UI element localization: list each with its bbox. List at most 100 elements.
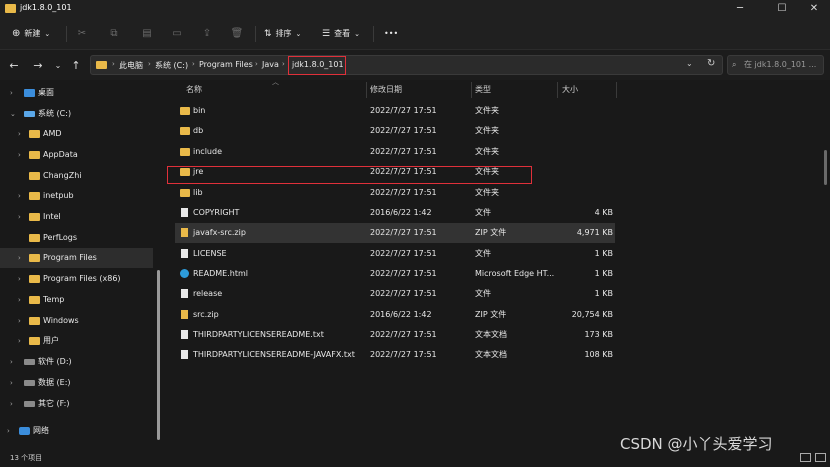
chevron-right-icon[interactable]: › [18, 311, 21, 331]
folder-icon [180, 189, 190, 197]
file-row[interactable]: db 2022/7/27 17:51 文件夹 [175, 121, 615, 141]
recent-chevron-icon[interactable]: ⌄ [50, 58, 66, 74]
file-row[interactable]: THIRDPARTYLICENSEREADME.txt 2022/7/27 17:… [175, 325, 615, 345]
address-bar[interactable]: › 此电脑 › 系统 (C:) › Program Files › Java ›… [90, 55, 723, 75]
navigation-pane: › 桌面 ⌄ 系统 (C:) › AMD › AppData ChangZhi … [0, 80, 163, 445]
desktop-icon [24, 89, 35, 97]
search-input[interactable]: ⌕ 在 jdk1.8.0_101 ... [727, 55, 824, 75]
breadcrumb-program-files[interactable]: Program Files [199, 60, 253, 69]
file-row[interactable]: include 2022/7/27 17:51 文件夹 [175, 142, 615, 162]
chevron-right-icon[interactable]: › [18, 269, 21, 289]
edge-browser-icon [180, 269, 189, 278]
sidebar-item-appdata[interactable]: › AppData [0, 145, 153, 165]
folder-icon [5, 4, 16, 13]
column-header-modified[interactable]: 修改日期 [370, 84, 402, 95]
sidebar-item-intel[interactable]: › Intel [0, 207, 153, 227]
file-row[interactable]: bin 2022/7/27 17:51 文件夹 [175, 101, 615, 121]
sort-label: 排序 [275, 29, 292, 38]
chevron-right-icon[interactable]: › [18, 124, 21, 144]
delete-icon[interactable]: 🗑 [230, 27, 244, 41]
sidebar-scrollbar[interactable] [157, 270, 160, 440]
file-icon [181, 208, 188, 217]
sidebar-item-perflogs[interactable]: PerfLogs [0, 228, 153, 248]
chevron-right-icon[interactable]: › [10, 373, 13, 393]
chevron-right-icon[interactable]: › [18, 331, 21, 351]
folder-icon [29, 213, 40, 221]
column-header-type[interactable]: 类型 [475, 84, 491, 95]
sidebar-item-e-drive[interactable]: › 数据 (E:) [0, 373, 153, 393]
sidebar-item-windows[interactable]: › Windows [0, 311, 153, 331]
folder-icon [29, 275, 40, 283]
chevron-right-icon[interactable]: › [10, 83, 13, 103]
sort-button[interactable]: ⇅ 排序 ⌄ [264, 26, 301, 42]
chevron-right-icon[interactable]: › [18, 145, 21, 165]
item-count: 13 个项目 [10, 454, 43, 462]
maximize-button[interactable]: ☐ [764, 0, 800, 18]
sidebar-item-c-drive[interactable]: ⌄ 系统 (C:) [0, 104, 153, 124]
file-row[interactable]: release 2022/7/27 17:51 文件 1 KB [175, 284, 615, 304]
folder-icon [29, 151, 40, 159]
text-file-icon [181, 330, 188, 339]
more-button[interactable]: ••• [384, 26, 398, 42]
content-scrollbar[interactable] [824, 150, 827, 185]
chevron-down-icon[interactable]: ⌄ [686, 59, 693, 68]
file-icon [181, 249, 188, 258]
up-arrow-icon[interactable]: ↑ [68, 58, 84, 74]
chevron-right-icon[interactable]: › [18, 290, 21, 310]
minimize-button[interactable]: ─ [722, 0, 758, 18]
file-row[interactable]: lib 2022/7/27 17:51 文件夹 [175, 183, 615, 203]
sidebar-item-network[interactable]: › 网络 [0, 421, 153, 441]
refresh-icon[interactable]: ↻ [707, 58, 715, 69]
chevron-down-icon: ⌄ [44, 30, 51, 38]
folder-icon [180, 127, 190, 135]
chevron-right-icon[interactable]: › [7, 421, 10, 441]
folder-icon [29, 254, 40, 262]
breadcrumb-java[interactable]: Java [262, 60, 279, 69]
command-bar: ⊕ 新建 ⌄ ✂ ⧉ ▤ ▭ ⇪ 🗑 ⇅ 排序 ⌄ ☰ 查看 ⌄ ••• [0, 18, 830, 50]
cut-icon[interactable]: ✂ [75, 27, 89, 41]
column-header-size[interactable]: 大小 [562, 84, 578, 95]
tiles-view-icon[interactable] [815, 453, 826, 462]
share-icon[interactable]: ⇪ [200, 27, 214, 41]
back-arrow-icon[interactable]: ← [6, 58, 22, 74]
file-row[interactable]: COPYRIGHT 2016/6/22 1:42 文件 4 KB [175, 203, 615, 223]
breadcrumb-c-drive[interactable]: 系统 (C:) [155, 60, 188, 71]
chevron-down-icon[interactable]: ⌄ [10, 104, 16, 124]
breadcrumb-this-pc[interactable]: 此电脑 [119, 60, 143, 71]
file-row[interactable]: src.zip 2016/6/22 1:42 ZIP 文件 20,754 KB [175, 305, 615, 325]
chevron-right-icon[interactable]: › [18, 248, 21, 268]
sidebar-item-d-drive[interactable]: › 软件 (D:) [0, 352, 153, 372]
rename-icon[interactable]: ▭ [170, 27, 184, 41]
drive-icon [24, 380, 35, 386]
view-button[interactable]: ☰ 查看 ⌄ [322, 26, 360, 42]
paste-icon[interactable]: ▤ [140, 27, 154, 41]
sidebar-item-amd[interactable]: › AMD [0, 124, 153, 144]
column-header-name[interactable]: 名称 [186, 84, 202, 95]
chevron-right-icon[interactable]: › [10, 352, 13, 372]
sidebar-item-inetpub[interactable]: › inetpub [0, 186, 153, 206]
annotation-box-jdk [288, 56, 346, 75]
sidebar-item-program-files-x86[interactable]: › Program Files (x86) [0, 269, 153, 289]
chevron-right-icon[interactable]: › [18, 207, 21, 227]
sidebar-item-f-drive[interactable]: › 其它 (F:) [0, 394, 153, 414]
close-button[interactable]: ✕ [796, 0, 830, 18]
file-row[interactable]: README.html 2022/7/27 17:51 Microsoft Edge… [175, 264, 615, 284]
sidebar-item-users[interactable]: › 用户 [0, 331, 153, 351]
chevron-right-icon[interactable]: › [10, 394, 13, 414]
copy-icon[interactable]: ⧉ [107, 27, 121, 41]
file-row[interactable]: THIRDPARTYLICENSEREADME-JAVAFX.txt 2022/7… [175, 345, 615, 365]
sidebar-item-temp[interactable]: › Temp [0, 290, 153, 310]
sidebar-item-program-files[interactable]: › Program Files [0, 248, 153, 268]
folder-icon [29, 296, 40, 304]
forward-arrow-icon[interactable]: → [30, 58, 46, 74]
details-view-icon[interactable] [800, 453, 811, 462]
network-icon [19, 427, 30, 435]
new-button[interactable]: ⊕ 新建 ⌄ [12, 26, 50, 42]
text-file-icon [181, 350, 188, 359]
chevron-right-icon[interactable]: › [18, 186, 21, 206]
file-row[interactable]: javafx-src.zip 2022/7/27 17:51 ZIP 文件 4,971… [175, 223, 615, 243]
annotation-box-jre [167, 166, 532, 184]
sidebar-item-desktop[interactable]: › 桌面 [0, 83, 153, 103]
sidebar-item-changzhi[interactable]: ChangZhi [0, 166, 153, 186]
file-row[interactable]: LICENSE 2022/7/27 17:51 文件 1 KB [175, 244, 615, 264]
